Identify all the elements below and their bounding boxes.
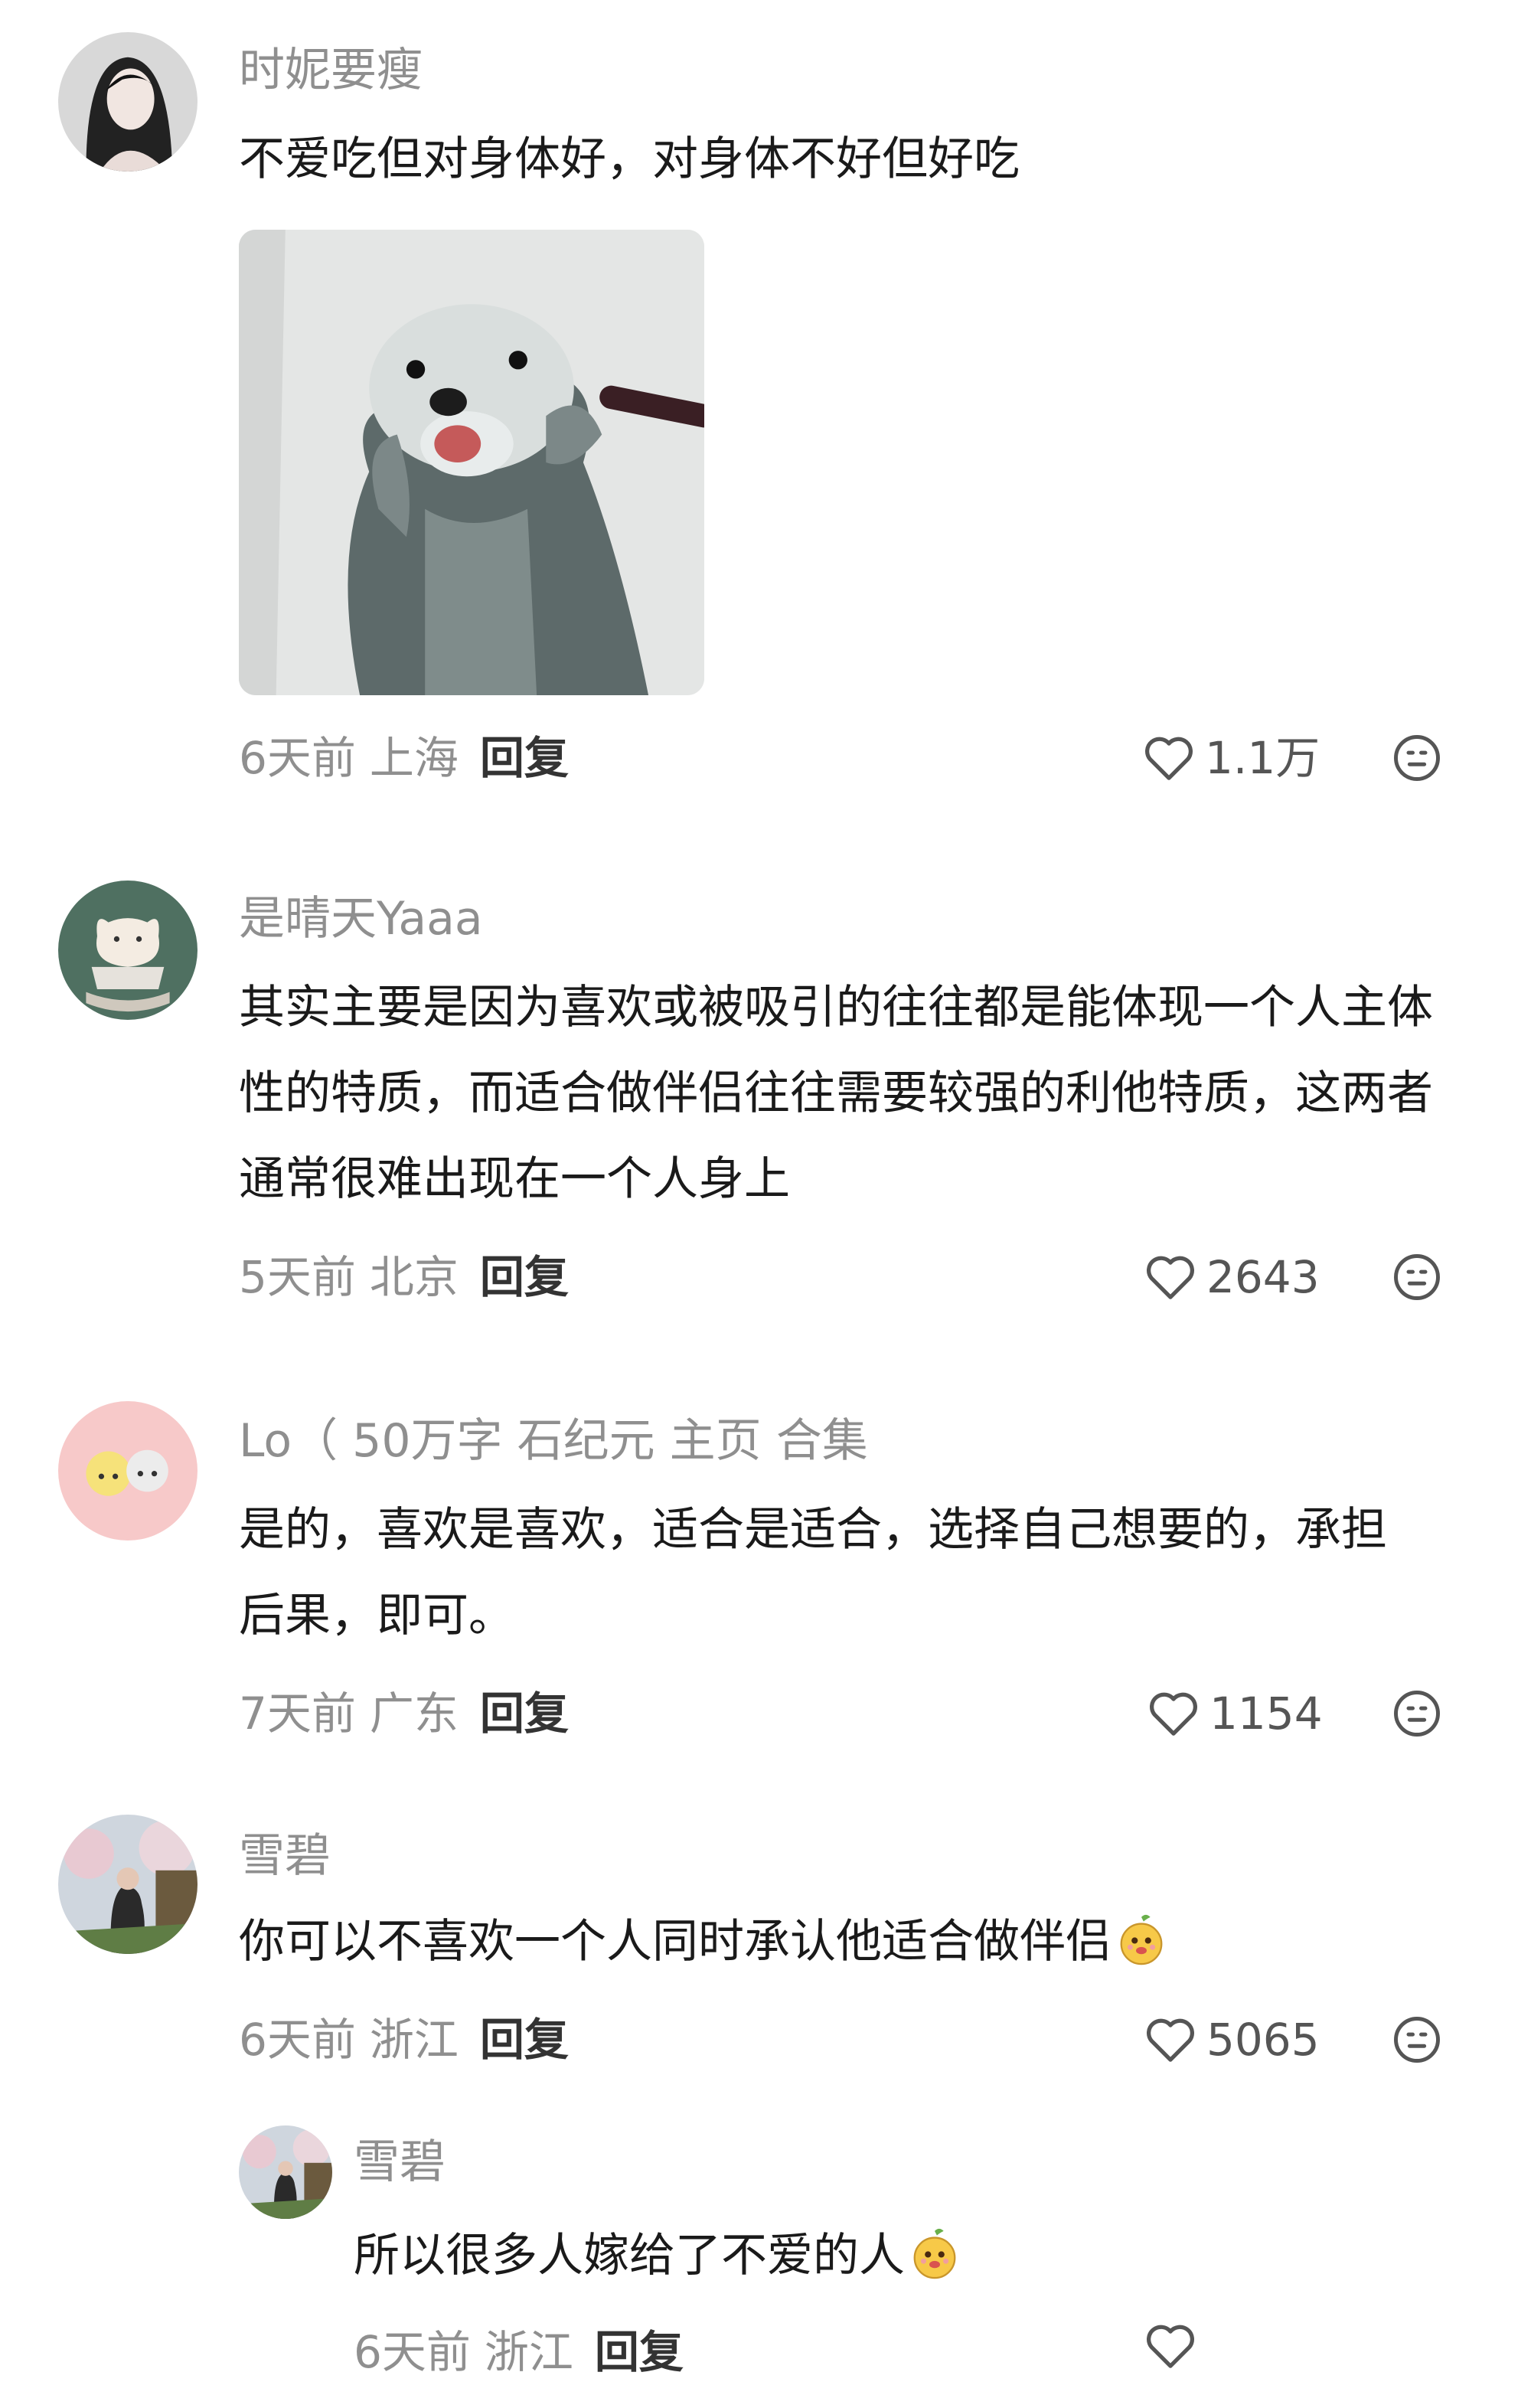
comment-location: 浙江 [369, 2014, 459, 2066]
avatar-image [58, 32, 197, 172]
username[interactable]: 是晴天Yaaa [239, 888, 483, 949]
heart-icon [1145, 737, 1193, 780]
comment-location: 北京 [369, 1251, 459, 1303]
avatar[interactable] [58, 32, 197, 172]
comment-meta: 6天前 浙江 回复 [354, 2321, 684, 2383]
comment-time: 5天前 [239, 1251, 356, 1303]
like-button[interactable]: 1.1万 [1142, 727, 1320, 789]
comment-meta: 6天前 上海 回复 [239, 727, 569, 789]
emoji-face-icon[interactable] [1392, 1252, 1442, 1302]
emoji-face-icon[interactable] [1392, 1688, 1442, 1739]
reply-button[interactable]: 回复 [595, 2326, 684, 2378]
comment-text: 你可以不喜欢一个人同时承认他适合做伴侣 [239, 1899, 1464, 1985]
comment-text: 所以很多人嫁给了不爱的人 [354, 2213, 1456, 2299]
reply-button[interactable]: 回复 [480, 1251, 569, 1303]
like-count: 2643 [1206, 1251, 1320, 1303]
comment-text-body: 所以很多人嫁给了不爱的人 [354, 2229, 905, 2282]
comment-time: 6天前 [239, 2014, 356, 2066]
reply-button[interactable]: 回复 [480, 1688, 569, 1740]
avatar-image [239, 2125, 332, 2219]
avatar-image [58, 1815, 197, 1954]
comment-text: 其实主要是因为喜欢或被吸引的往往都是能体现一个人主体性的特质，而适合做伴侣往往需… [239, 981, 1433, 1206]
comment-meta: 6天前 浙江 回复 [239, 2009, 569, 2070]
username[interactable]: 雪碧 [239, 1825, 331, 1887]
like-count: 1.1万 [1205, 732, 1320, 784]
comment-text: 不爱吃但对身体好，对身体不好但好吃 [239, 132, 1020, 186]
like-count: 1154 [1209, 1688, 1323, 1740]
heart-icon [1147, 1256, 1194, 1299]
comment-meta: 7天前 广东 回复 [239, 1683, 569, 1744]
avatar[interactable] [239, 2125, 332, 2219]
reply-button[interactable]: 回复 [480, 732, 569, 784]
avatar-image [58, 1401, 197, 1541]
avatar[interactable] [58, 1401, 197, 1541]
comment-time: 6天前 [354, 2326, 471, 2378]
like-button[interactable]: 2643 [1144, 1246, 1320, 1308]
reply-button[interactable]: 回复 [480, 2014, 569, 2066]
emoji-face-icon[interactable] [1392, 733, 1442, 783]
heart-icon [1150, 1692, 1197, 1736]
comment-location: 浙江 [484, 2326, 573, 2378]
like-button[interactable]: 1154 [1147, 1683, 1323, 1744]
comment-text: 是的，喜欢是喜欢，适合是适合，选择自己想要的，承担后果，即可。 [239, 1503, 1387, 1642]
heart-icon [1147, 2018, 1194, 2062]
comment-text-body: 你可以不喜欢一个人同时承认他适合做伴侣 [239, 1915, 1112, 1969]
comment-time: 6天前 [239, 732, 356, 784]
comment-time: 7天前 [239, 1688, 356, 1740]
avatar-image [58, 881, 197, 1020]
username[interactable]: Lo（ 50万字 石纪元 主页 合集 [239, 1410, 868, 1472]
like-button[interactable] [1144, 2321, 1206, 2370]
username[interactable]: 时妮要瘦 [239, 40, 423, 101]
username[interactable]: 雪碧 [354, 2132, 446, 2193]
comment-location: 广东 [369, 1688, 459, 1740]
comment-meta: 5天前 北京 回复 [239, 1246, 569, 1308]
avatar[interactable] [58, 881, 197, 1020]
comment-location: 上海 [369, 732, 459, 784]
avatar[interactable] [58, 1815, 197, 1954]
emoji-face-icon[interactable] [1392, 2014, 1442, 2065]
mango-emoji-icon [913, 2228, 956, 2279]
like-count: 5065 [1206, 2014, 1320, 2066]
heart-icon [1147, 2325, 1194, 2368]
mango-emoji-icon [1120, 1914, 1163, 1965]
otter-image [239, 230, 704, 695]
comment-image-otter[interactable] [239, 230, 704, 695]
like-button[interactable]: 5065 [1144, 2009, 1320, 2070]
